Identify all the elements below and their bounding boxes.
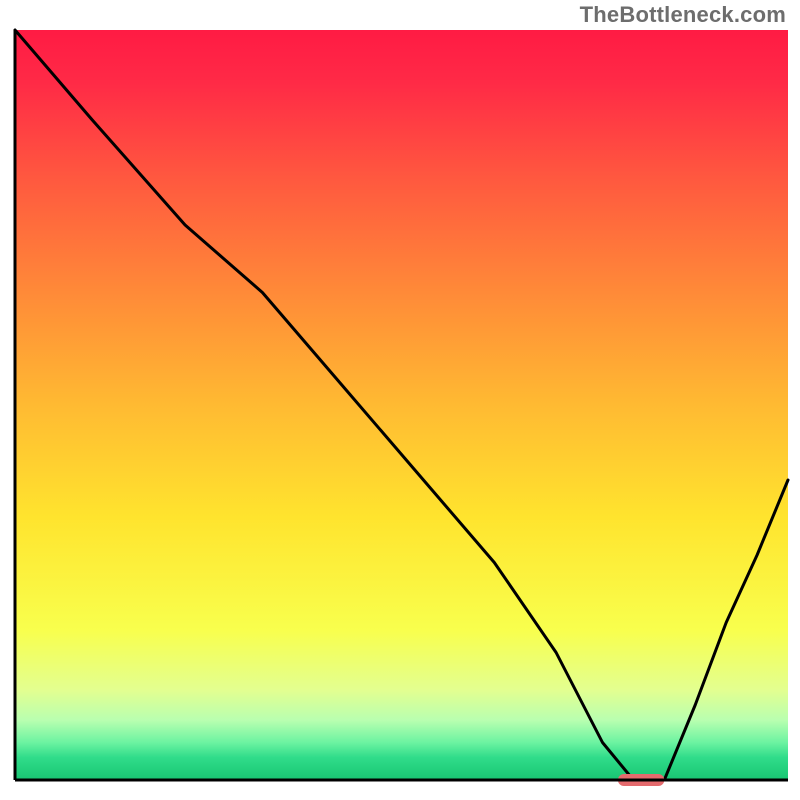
chart-container: TheBottleneck.com [0,0,800,800]
gradient-background [15,30,788,780]
bottleneck-chart [0,0,800,800]
